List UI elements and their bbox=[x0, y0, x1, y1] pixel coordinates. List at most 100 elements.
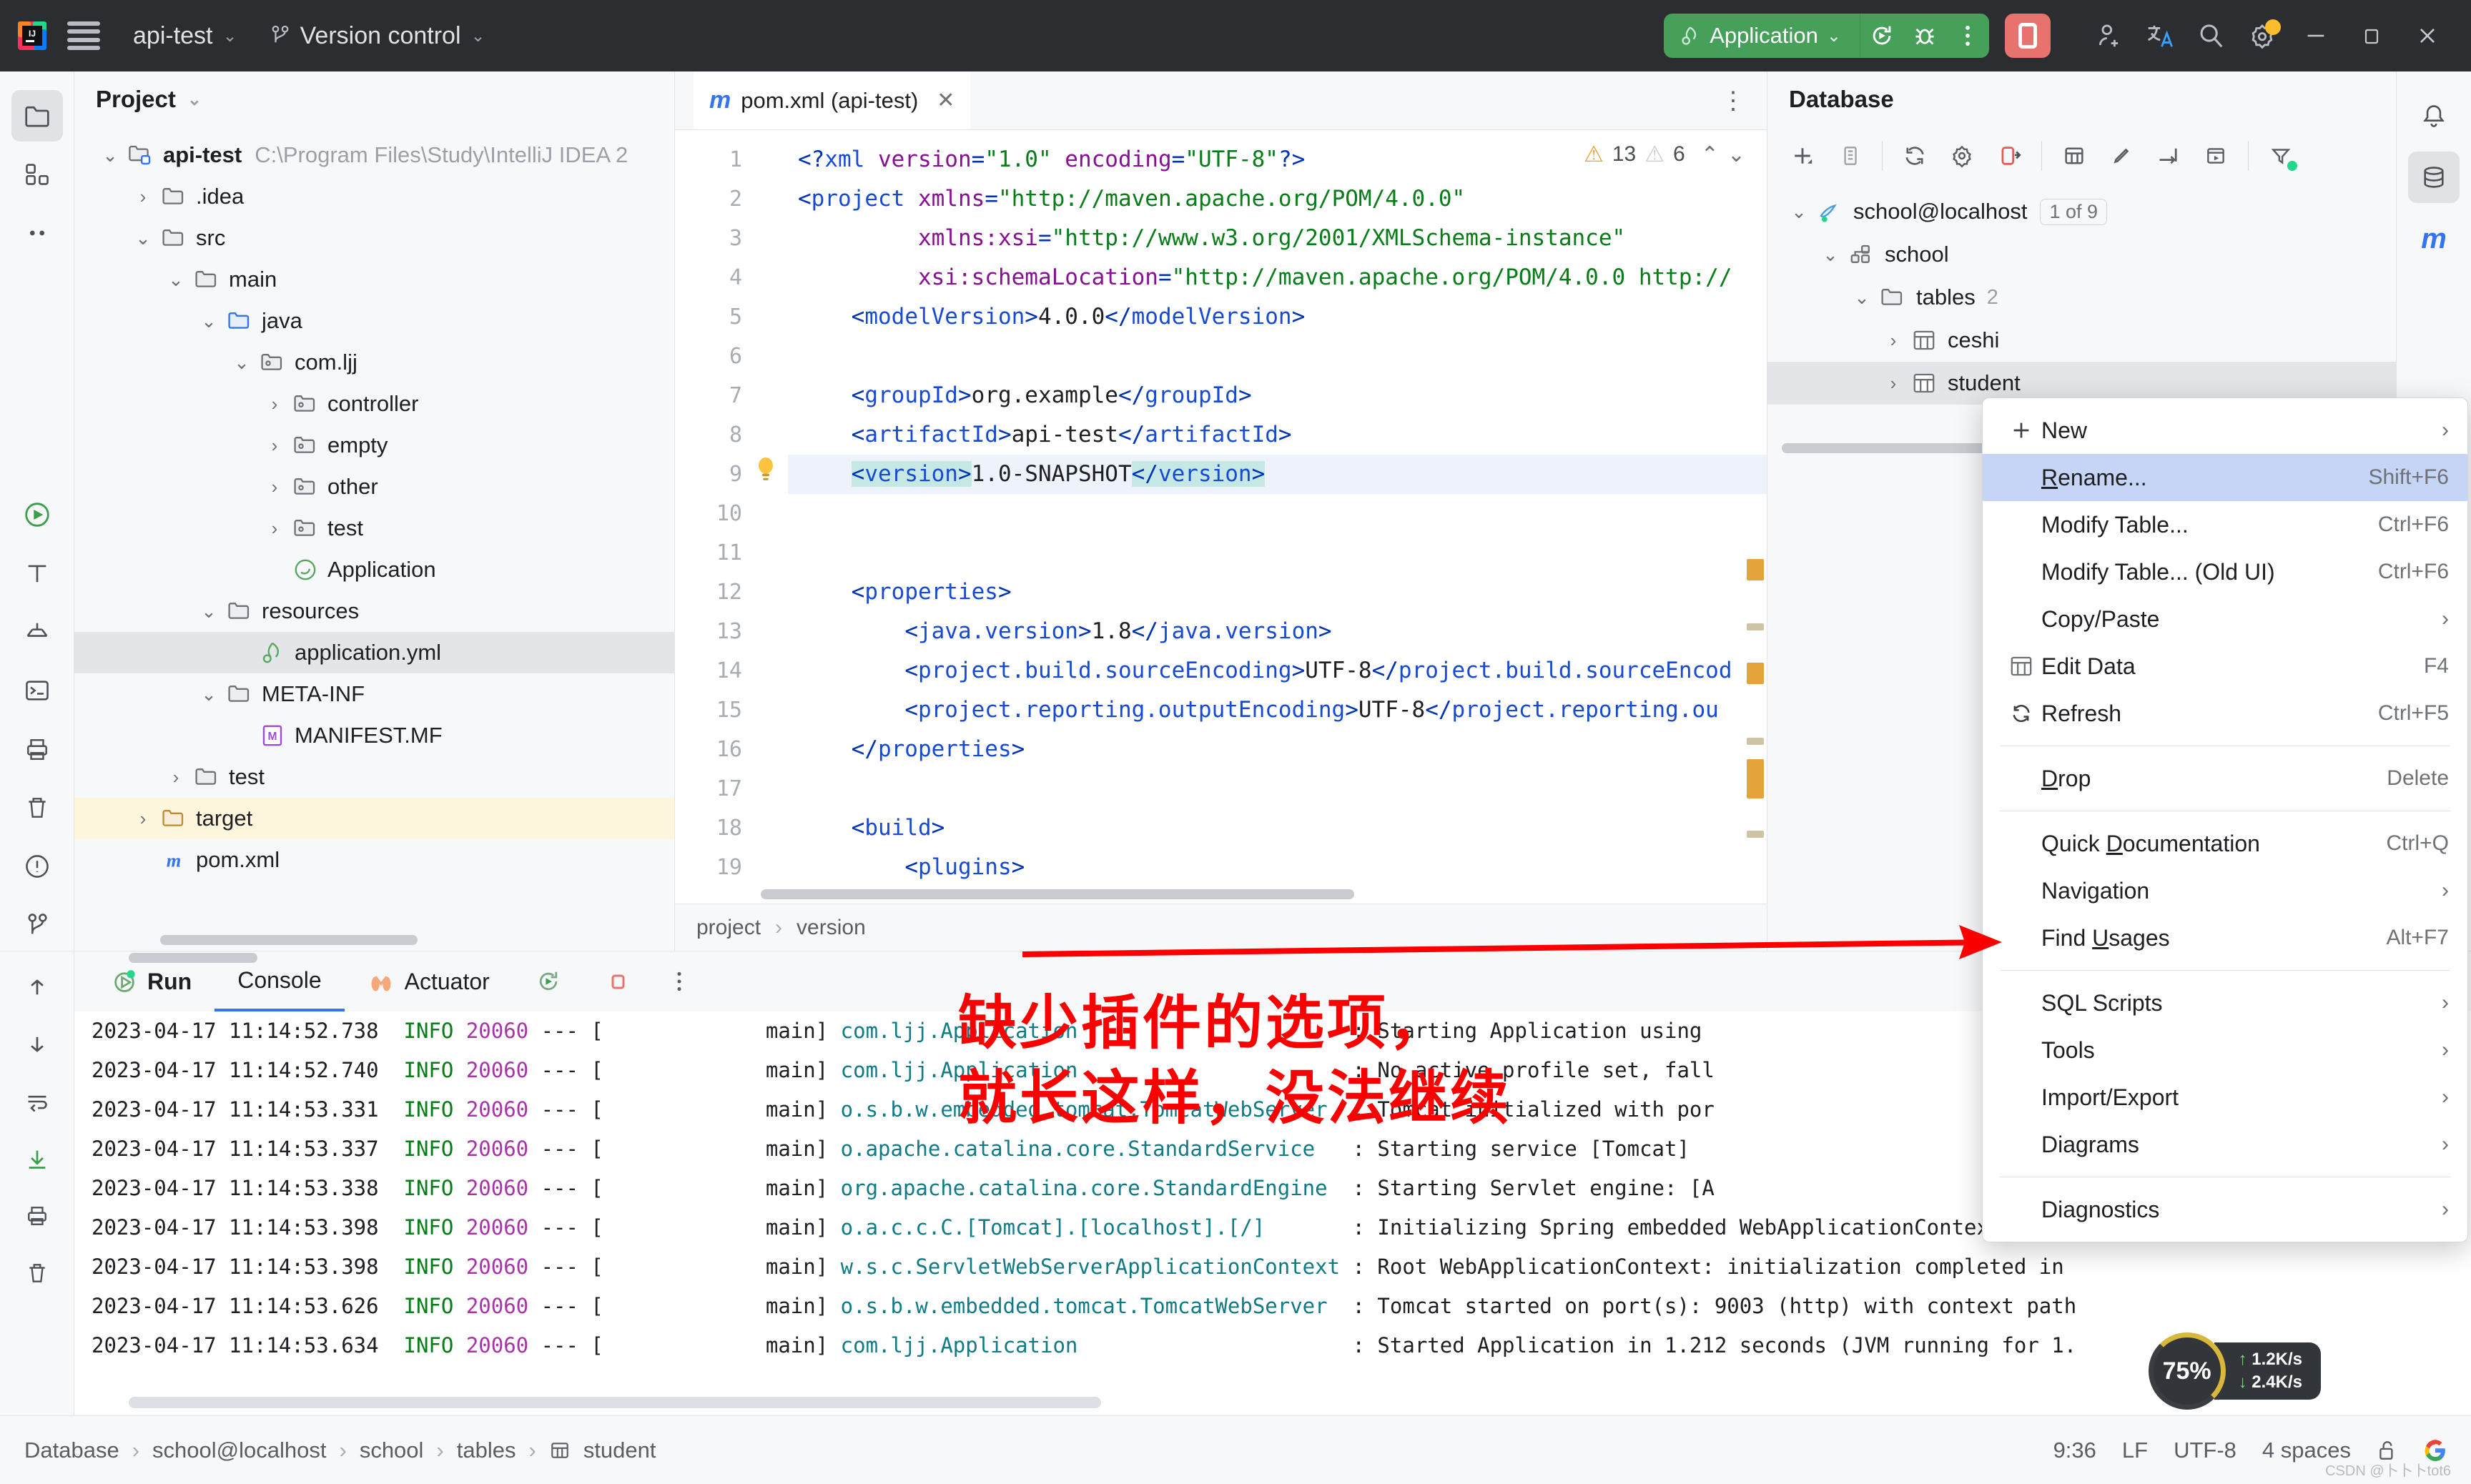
tree-toggle-icon[interactable]: ⌄ bbox=[194, 683, 223, 706]
project-tree[interactable]: ⌄ api-test C:\Program Files\Study\IntelliJ… bbox=[74, 127, 674, 951]
project-tree-node-main[interactable]: ⌄ main bbox=[74, 259, 674, 300]
project-tree-node-controller[interactable]: › controller bbox=[74, 383, 674, 425]
menu-item-navigation[interactable]: Navigation › bbox=[1983, 867, 2467, 914]
code-viewport[interactable]: 1 2 3 4 5 6 7 8 9 10 11 12 13 14 15 16 17 18 19 <?xml vers… bbox=[675, 130, 1767, 904]
menu-item-edit-data[interactable]: Edit Data F4 bbox=[1983, 643, 2467, 690]
tree-toggle-icon[interactable]: › bbox=[1879, 330, 1908, 352]
database-tree-node-tables[interactable]: ⌄ tables 2 bbox=[1767, 276, 2396, 319]
database-context-menu[interactable]: New › Rename... Shift+F6 Modify Table... Ctrl… bbox=[1982, 397, 2468, 1242]
soft-wrap-icon[interactable] bbox=[11, 1076, 63, 1127]
code-line[interactable]: <project.reporting.outputEncoding>UTF-8<… bbox=[788, 691, 1767, 730]
project-tree-node-target[interactable]: › target bbox=[74, 798, 674, 839]
code-line[interactable]: </properties> bbox=[788, 730, 1767, 769]
import-icon[interactable] bbox=[2146, 134, 2191, 178]
breadcrumb-item[interactable]: version bbox=[796, 916, 866, 940]
run-config-selector[interactable]: Application ⌄ bbox=[1664, 14, 1860, 58]
problems-tool-button[interactable] bbox=[11, 841, 63, 892]
terminal-tool-button[interactable] bbox=[11, 665, 63, 716]
tree-toggle-icon[interactable]: › bbox=[260, 476, 289, 498]
tree-toggle-icon[interactable]: › bbox=[260, 393, 289, 415]
project-tree-node-src[interactable]: ⌄ src bbox=[74, 217, 674, 259]
filter-icon[interactable] bbox=[2259, 134, 2303, 178]
console-options-icon[interactable] bbox=[651, 951, 707, 1011]
status-crumb-schema[interactable]: school bbox=[360, 1438, 424, 1463]
unlocked-icon[interactable] bbox=[2377, 1439, 2398, 1462]
print-icon[interactable] bbox=[11, 1190, 63, 1242]
code-line[interactable]: <version>1.0-SNAPSHOT</version> bbox=[788, 455, 1767, 494]
code-line[interactable]: <plugins> bbox=[788, 848, 1767, 887]
tree-toggle-icon[interactable]: › bbox=[1879, 372, 1908, 395]
editor-options-icon[interactable]: ⋮ bbox=[1700, 86, 1767, 115]
menu-item-refresh[interactable]: Refresh Ctrl+F5 bbox=[1983, 690, 2467, 737]
code-content[interactable]: <?xml version="1.0" encoding="UTF-8"?> <p… bbox=[788, 130, 1767, 904]
caret-position[interactable]: 9:36 bbox=[2053, 1438, 2096, 1463]
tree-toggle-icon[interactable]: ⌄ bbox=[1816, 244, 1845, 266]
code-line[interactable]: <build> bbox=[788, 808, 1767, 848]
error-stripe-mark[interactable] bbox=[1747, 759, 1764, 798]
code-line[interactable]: <groupId>org.example</groupId> bbox=[788, 376, 1767, 415]
more-run-options-button[interactable] bbox=[1946, 14, 1989, 58]
menu-item-diagnostics[interactable]: Diagnostics › bbox=[1983, 1186, 2467, 1233]
settings-icon[interactable] bbox=[1940, 134, 1984, 178]
menu-item-rename[interactable]: Rename... Shift+F6 bbox=[1983, 454, 2467, 501]
menu-item-diagrams[interactable]: Diagrams › bbox=[1983, 1121, 2467, 1168]
project-tree-node-application[interactable]: Application bbox=[74, 549, 674, 590]
search-icon[interactable] bbox=[2185, 14, 2236, 58]
status-crumb-database[interactable]: Database bbox=[24, 1438, 119, 1463]
tree-toggle-icon[interactable]: ⌄ bbox=[96, 144, 124, 167]
todo-tool-button[interactable] bbox=[11, 548, 63, 599]
menu-item-quick-documentation[interactable]: Quick Documentation Ctrl+Q bbox=[1983, 820, 2467, 867]
status-crumb-table[interactable]: student bbox=[583, 1438, 656, 1463]
project-selector[interactable]: api-test ⌄ bbox=[133, 22, 237, 50]
debug-button[interactable] bbox=[1903, 14, 1946, 58]
project-tree-node-application-yml[interactable]: application.yml bbox=[74, 632, 674, 673]
tree-toggle-icon[interactable]: ⌄ bbox=[129, 227, 157, 249]
code-line[interactable]: xmlns:xsi="http://www.w3.org/2001/XMLSch… bbox=[788, 219, 1767, 258]
notifications-icon[interactable] bbox=[2408, 90, 2460, 142]
error-stripe-bar[interactable] bbox=[1744, 130, 1767, 904]
minimize-button[interactable] bbox=[2288, 14, 2344, 58]
database-tree-node-ceshi[interactable]: › ceshi bbox=[1767, 319, 2396, 362]
code-line[interactable]: <modelVersion>4.0.0</modelVersion> bbox=[788, 297, 1767, 337]
tree-toggle-icon[interactable]: › bbox=[260, 435, 289, 457]
table-icon[interactable] bbox=[2052, 134, 2096, 178]
prev-problem-icon[interactable]: ⌃ bbox=[1701, 142, 1719, 167]
add-icon[interactable] bbox=[1780, 134, 1825, 178]
scroll-up-icon[interactable] bbox=[11, 961, 63, 1013]
database-tree-node-school[interactable]: ⌄ school bbox=[1767, 233, 2396, 276]
translate-icon[interactable] bbox=[2134, 14, 2185, 58]
tree-toggle-icon[interactable]: › bbox=[129, 186, 157, 208]
version-control-selector[interactable]: Version control ⌄ bbox=[270, 22, 485, 50]
code-line[interactable] bbox=[788, 533, 1767, 573]
print-tool-button[interactable] bbox=[11, 723, 63, 775]
tree-toggle-icon[interactable]: ⌄ bbox=[162, 269, 190, 291]
tree-toggle-icon[interactable]: ⌄ bbox=[227, 352, 256, 374]
project-tree-node-pom-xml[interactable]: m pom.xml bbox=[74, 839, 674, 881]
code-line[interactable] bbox=[788, 769, 1767, 808]
tree-toggle-icon[interactable]: ⌄ bbox=[1848, 287, 1876, 309]
breadcrumb-item[interactable]: project bbox=[696, 916, 761, 940]
duplicate-icon[interactable] bbox=[1828, 134, 1872, 178]
error-stripe-mark[interactable] bbox=[1747, 738, 1764, 745]
error-stripe-mark[interactable] bbox=[1747, 831, 1764, 838]
menu-item-tools[interactable]: Tools › bbox=[1983, 1027, 2467, 1074]
code-line[interactable] bbox=[788, 337, 1767, 376]
project-tree-hscrollbar[interactable] bbox=[160, 935, 418, 945]
console-icon[interactable] bbox=[2194, 134, 2238, 178]
project-tool-button[interactable] bbox=[11, 90, 63, 142]
file-encoding[interactable]: UTF-8 bbox=[2174, 1438, 2236, 1463]
project-tree-node-meta-inf[interactable]: ⌄ META-INF bbox=[74, 673, 674, 715]
code-line[interactable] bbox=[788, 494, 1767, 533]
more-tools-button[interactable] bbox=[11, 207, 63, 259]
tree-toggle-icon[interactable]: › bbox=[129, 808, 157, 830]
edit-icon[interactable] bbox=[2099, 134, 2144, 178]
database-tool-button[interactable] bbox=[11, 606, 63, 658]
network-speed-widget[interactable]: 75% ↑ 1.2K/s ↓ 2.4K/s bbox=[2148, 1332, 2321, 1410]
clear-all-icon[interactable] bbox=[11, 1247, 63, 1299]
run-configuration-widget[interactable]: Application ⌄ bbox=[1664, 14, 1989, 58]
menu-item-import-export[interactable]: Import/Export › bbox=[1983, 1074, 2467, 1121]
status-crumb-tables[interactable]: tables bbox=[457, 1438, 516, 1463]
main-menu-button[interactable] bbox=[67, 21, 100, 50]
project-tree-node-manifest-mf[interactable]: M MANIFEST.MF bbox=[74, 715, 674, 756]
chevron-down-icon[interactable]: ⌄ bbox=[187, 89, 202, 110]
